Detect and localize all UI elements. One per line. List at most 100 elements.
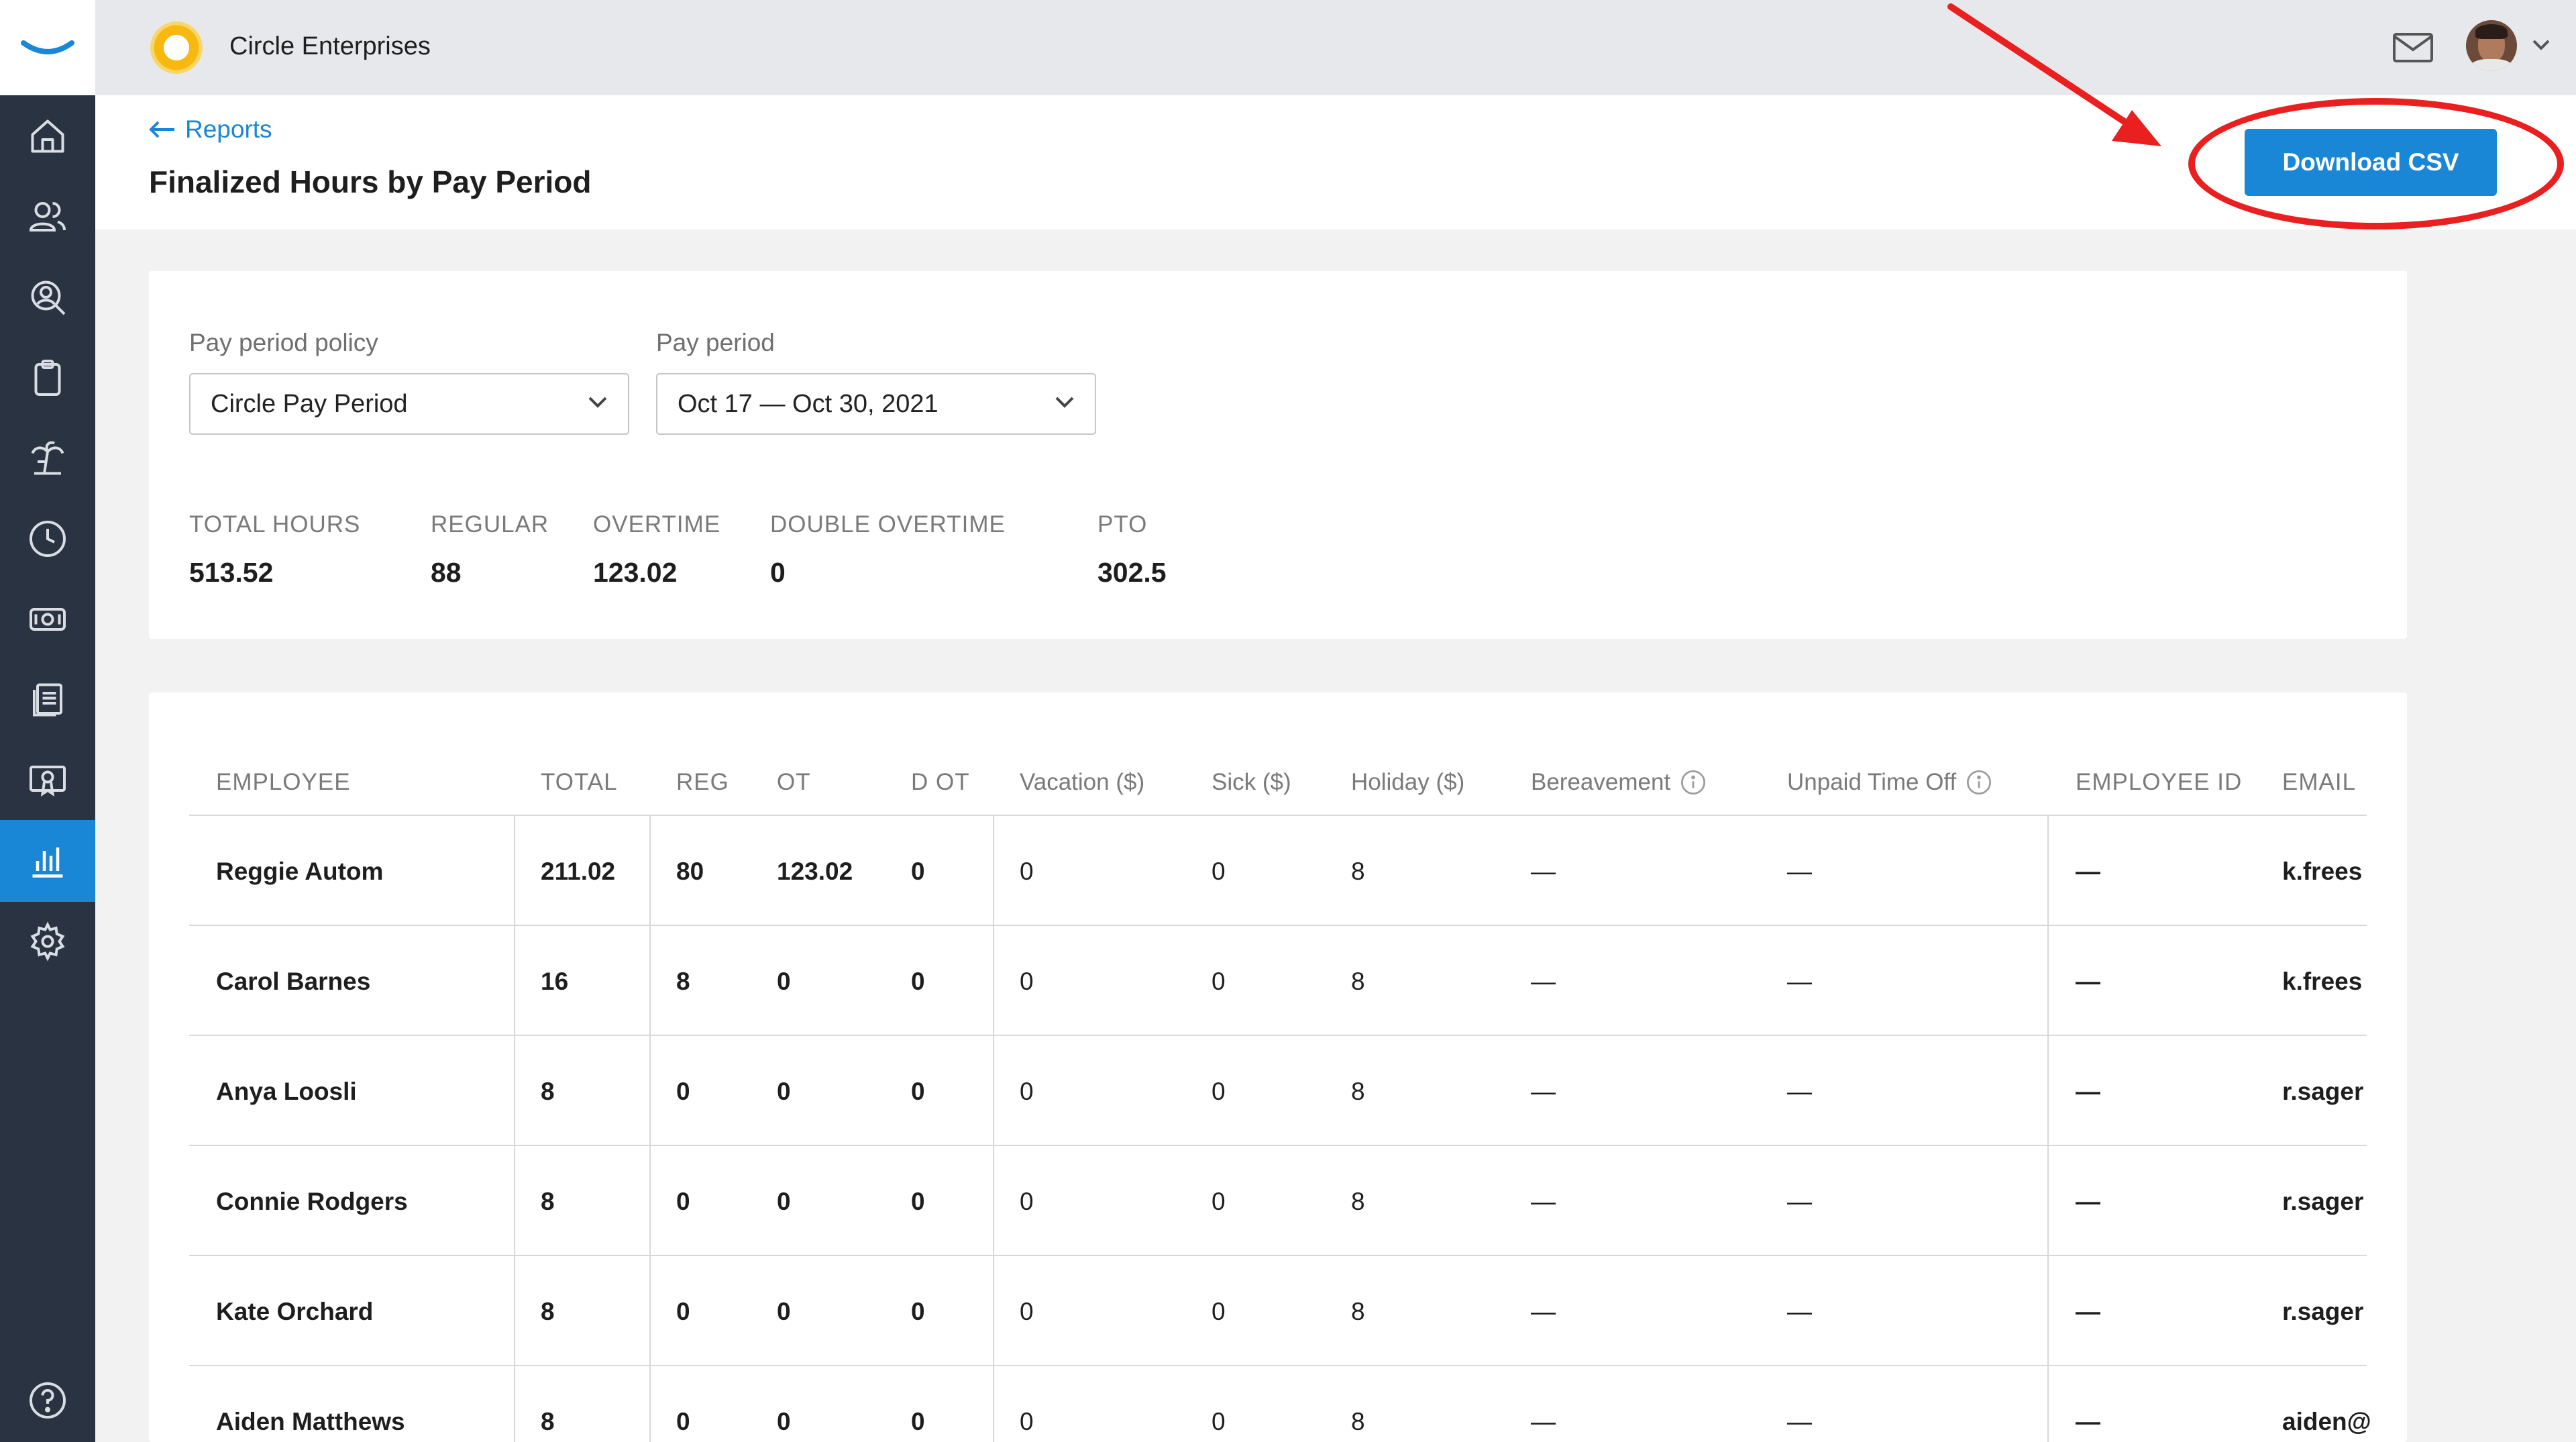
column-header-employee-id[interactable]: EMPLOYEE ID [2076,769,2242,796]
stat-label-regular: REGULAR [431,511,549,537]
sick-value: 0 [1212,858,1226,885]
column-header-unpaid-time-off[interactable]: Unpaid Time Off [1787,769,1992,796]
vacation-value: 0 [1020,1408,1034,1435]
column-header-bereavement[interactable]: Bereavement [1531,769,1707,796]
unpaid-time-off-value: — [1787,1298,1812,1325]
employee-id-value: — [2076,968,2100,995]
email-value: aiden@ [2282,1408,2371,1435]
email-value: k.frees [2282,968,2363,995]
unpaid-time-off-value: — [1787,1188,1812,1215]
report-table-card [149,692,2407,1442]
column-header-email[interactable]: EMAIL [2282,769,2356,796]
filters-card [149,271,2407,639]
pay-period-policy-select[interactable]: Circle Pay Period [189,373,629,435]
column-header-sick[interactable]: Sick ($) [1212,769,1291,796]
reg-hours: 0 [676,1408,690,1435]
sidebar-item-time-off[interactable] [0,417,95,499]
email-value: r.sager [2282,1298,2364,1325]
reg-hours: 8 [676,968,690,995]
clock-icon [30,521,66,557]
column-header-d-ot[interactable]: D OT [911,769,970,796]
sidebar-item-time[interactable] [0,498,95,580]
sidebar-item-training[interactable] [0,739,95,821]
employee-name[interactable]: Reggie Autom [216,858,383,886]
d-ot-hours: 0 [911,1408,925,1435]
total-hours: 8 [541,1188,555,1215]
holiday-value: 8 [1351,1078,1365,1105]
column-header-total[interactable]: TOTAL [541,769,618,796]
email-value: r.sager [2282,1188,2364,1215]
unpaid-time-off-value: — [1787,1078,1812,1105]
unpaid-time-off-value: — [1787,858,1812,885]
bar-chart-icon [32,847,63,878]
d-ot-hours: 0 [911,1298,925,1325]
period-label: Pay period [656,329,775,356]
sidebar-item-payroll[interactable] [0,578,95,660]
pay-period-select[interactable]: Oct 17 — Oct 30, 2021 [656,373,1096,435]
period-value: Oct 17 — Oct 30, 2021 [678,389,938,418]
sidebar-item-help[interactable] [0,1359,95,1441]
bereavement-value: — [1531,858,1556,885]
stat-label-total-hours: TOTAL HOURS [189,511,361,537]
sick-value: 0 [1212,1408,1226,1435]
column-header-vacation[interactable]: Vacation ($) [1020,769,1144,796]
total-hours: 16 [541,968,569,995]
ot-hours: 0 [777,1408,791,1435]
employee-id-value: — [2076,1298,2100,1325]
stat-label-overtime: OVERTIME [593,511,721,537]
column-header-reg[interactable]: REG [676,769,729,796]
stat-value-regular: 88 [431,557,462,588]
total-hours: 8 [541,1078,555,1105]
ot-hours: 123.02 [777,858,853,885]
stat-value-total-hours: 513.52 [189,557,274,588]
info-icon[interactable] [1680,769,1707,796]
employee-name[interactable]: Carol Barnes [216,968,370,996]
sick-value: 0 [1212,968,1226,995]
column-header-employee[interactable]: EMPLOYEE [216,769,351,796]
holiday-value: 8 [1351,1298,1365,1325]
email-value: k.frees [2282,858,2363,885]
column-header-holiday[interactable]: Holiday ($) [1351,769,1464,796]
d-ot-hours: 0 [911,1078,925,1105]
stat-label-pto: PTO [1097,511,1148,537]
documents-icon [33,683,62,717]
holiday-value: 8 [1351,858,1365,885]
sidebar-item-settings[interactable] [0,900,95,982]
reg-hours: 0 [676,1188,690,1215]
certificate-icon [30,766,66,797]
unpaid-time-off-value: — [1787,968,1812,995]
d-ot-hours: 0 [911,968,925,995]
d-ot-hours: 0 [911,858,925,885]
sidebar-item-documents[interactable] [0,659,95,741]
sick-value: 0 [1212,1188,1226,1215]
sick-value: 0 [1212,1078,1226,1105]
holiday-value: 8 [1351,968,1365,995]
employee-name[interactable]: Anya Loosli [216,1078,357,1106]
annotation-highlight [2188,98,2564,229]
ot-hours: 0 [777,1298,791,1325]
employee-name[interactable]: Kate Orchard [216,1298,373,1326]
sidebar-item-reports[interactable] [0,820,95,902]
stat-value-overtime: 123.02 [593,557,678,588]
money-icon [30,608,66,631]
bereavement-value: — [1531,1408,1556,1435]
sidebar-item-tasks[interactable] [0,337,95,419]
vacation-value: 0 [1020,858,1034,885]
reg-hours: 80 [676,858,704,885]
info-icon[interactable] [1966,769,1992,796]
vacation-value: 0 [1020,1078,1034,1105]
employee-id-value: — [2076,858,2100,885]
sick-value: 0 [1212,1298,1226,1325]
employee-id-value: — [2076,1408,2100,1435]
employee-name[interactable]: Aiden Matthews [216,1408,405,1436]
bereavement-value: — [1531,1078,1556,1105]
employee-id-value: — [2076,1078,2100,1105]
total-hours: 211.02 [541,858,616,885]
clipboard-icon [34,360,61,396]
column-header-ot[interactable]: OT [777,769,811,796]
sidebar-item-directory[interactable] [0,256,95,338]
employee-id-value: — [2076,1188,2100,1215]
holiday-value: 8 [1351,1188,1365,1215]
vacation-value: 0 [1020,1298,1034,1325]
employee-name[interactable]: Connie Rodgers [216,1188,408,1216]
